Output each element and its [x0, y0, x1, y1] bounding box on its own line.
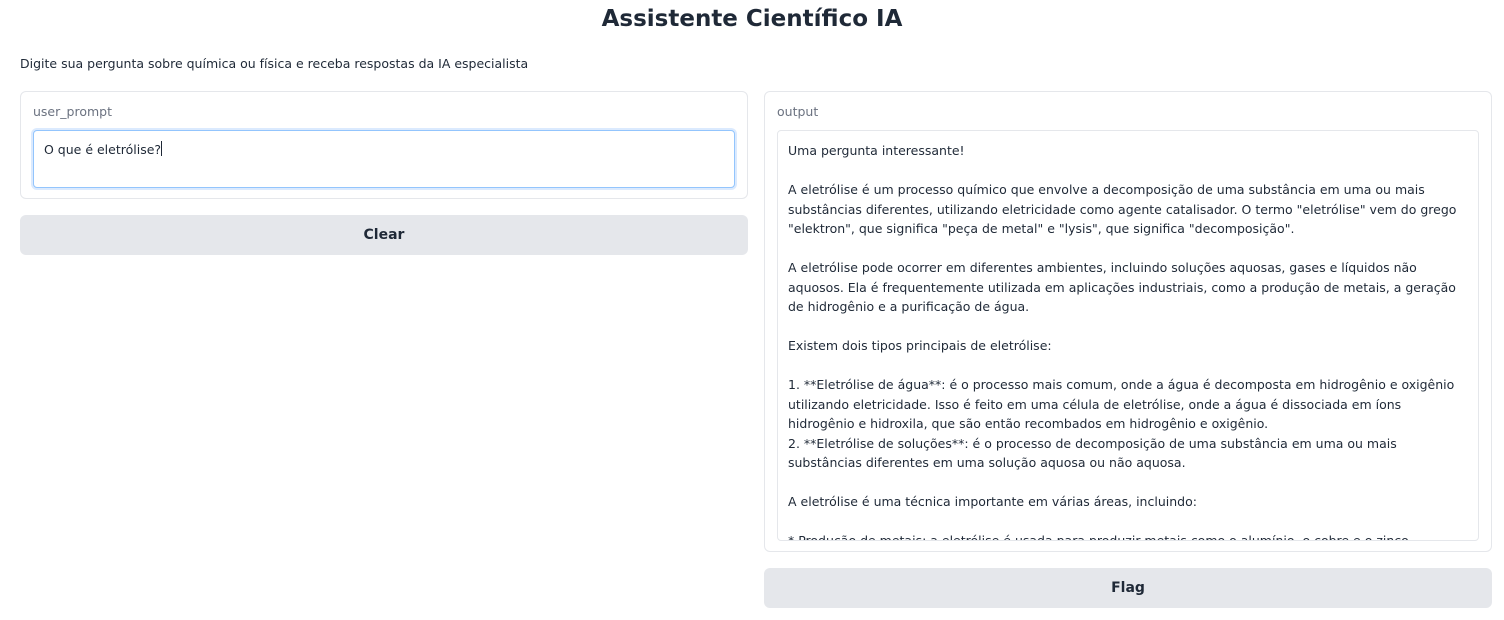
app-page: Assistente Científico IA Digite sua perg…	[0, 0, 1504, 620]
user-prompt-value: O que é eletrólise?	[44, 142, 162, 157]
user-prompt-label: user_prompt	[33, 104, 112, 119]
text-caret	[161, 141, 163, 156]
clear-button[interactable]: Clear	[20, 215, 748, 255]
output-panel: output Uma pergunta interessante! A elet…	[764, 91, 1492, 552]
page-description: Digite sua pergunta sobre química ou fís…	[20, 56, 529, 71]
page-title: Assistente Científico IA	[601, 6, 903, 32]
user-prompt-panel: user_prompt O que é eletrólise?	[20, 91, 748, 199]
flag-button[interactable]: Flag	[764, 568, 1492, 608]
output-textbox[interactable]: Uma pergunta interessante! A eletrólise …	[777, 130, 1479, 541]
user-prompt-input[interactable]: O que é eletrólise?	[33, 130, 735, 188]
output-label: output	[777, 104, 819, 119]
